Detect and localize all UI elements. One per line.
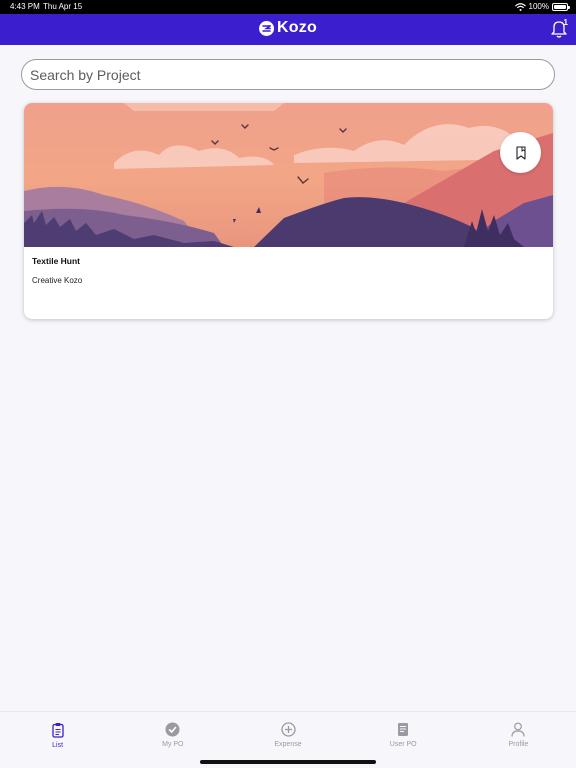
tab-label-user-po: User PO	[389, 741, 417, 748]
project-card[interactable]: Textile Hunt Creative Kozo	[24, 103, 553, 319]
battery-icon	[552, 3, 570, 11]
person-icon	[511, 722, 526, 737]
tab-expense[interactable]: Expense	[230, 712, 345, 757]
app-logo: Kozo	[259, 19, 317, 37]
status-right: 100%	[514, 0, 570, 14]
bottom-tab-bar: List My PO Expense User PO Profile	[0, 711, 576, 757]
status-bar: 4:43 PM Thu Apr 15 100%	[0, 0, 576, 14]
landscape-illustration	[24, 103, 553, 247]
notifications-button[interactable]: 1	[550, 18, 570, 39]
battery-percent: 100%	[528, 2, 549, 11]
bookmark-button[interactable]	[500, 132, 541, 173]
project-subtitle: Creative Kozo	[32, 276, 83, 285]
tab-label-list: List	[52, 742, 64, 749]
search-bar[interactable]	[21, 59, 555, 90]
search-input[interactable]	[22, 60, 554, 89]
status-time: 4:43 PM	[10, 2, 40, 11]
wifi-icon	[514, 3, 526, 11]
tab-user-po[interactable]: User PO	[346, 712, 461, 757]
bookmark-icon	[515, 145, 526, 160]
app-logo-text: Kozo	[277, 19, 317, 36]
check-circle-icon	[165, 722, 180, 737]
tab-profile[interactable]: Profile	[461, 712, 576, 757]
status-date: Thu Apr 15	[43, 2, 83, 11]
kozo-logo-icon	[259, 20, 275, 36]
tab-my-po[interactable]: My PO	[115, 712, 230, 757]
tab-label-profile: Profile	[508, 741, 529, 748]
document-icon	[398, 723, 409, 736]
tab-list[interactable]: List	[0, 712, 115, 757]
home-indicator	[200, 760, 376, 764]
clipboard-list-icon	[51, 723, 64, 738]
app-header: Kozo 1	[0, 14, 576, 45]
plus-circle-icon	[280, 722, 296, 737]
notification-badge: 1	[563, 18, 568, 27]
tab-label-expense: Expense	[274, 741, 302, 748]
tab-label-my-po: My PO	[162, 741, 184, 748]
project-title: Textile Hunt	[32, 256, 81, 266]
